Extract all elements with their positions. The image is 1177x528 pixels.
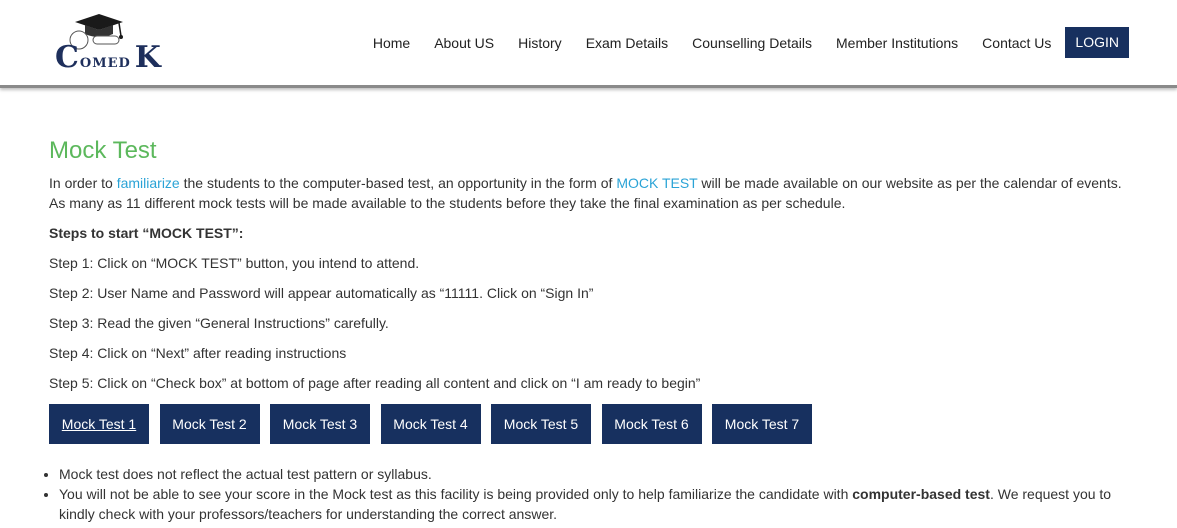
mock-test-7-button[interactable]: Mock Test 7 — [712, 404, 812, 444]
mock-test-1-button[interactable]: Mock Test 1 — [49, 404, 149, 444]
login-button[interactable]: LOGIN — [1065, 27, 1129, 58]
logo-wordmark: COMED K — [55, 40, 161, 75]
steps-heading: Steps to start “MOCK TEST”: — [49, 225, 244, 241]
nav-history[interactable]: History — [518, 35, 562, 51]
notes-list: Mock test does not reflect the actual te… — [49, 464, 1129, 524]
logo-letter-c: C — [55, 40, 79, 75]
nav-home[interactable]: Home — [373, 35, 410, 51]
comedk-logo[interactable]: COMED K — [55, 12, 161, 75]
mock-test-link[interactable]: MOCK TEST — [616, 175, 697, 191]
familiarize-link[interactable]: familiarize — [117, 175, 180, 191]
mock-test-4-button[interactable]: Mock Test 4 — [380, 404, 481, 444]
intro-text-2: the students to the computer-based test,… — [179, 175, 617, 191]
logo-letter-k: K — [134, 40, 161, 75]
nav-member-institutions[interactable]: Member Institutions — [836, 35, 958, 51]
note-1: Mock test does not reflect the actual te… — [59, 464, 1129, 484]
note-2-bold: computer-based test — [852, 486, 990, 502]
step-4: Step 4: Click on “Next” after reading in… — [49, 345, 347, 361]
mock-test-buttons: Mock Test 1 Mock Test 2 Mock Test 3 Mock… — [49, 404, 1129, 444]
intro-text-1: In order to — [49, 175, 117, 191]
site-header: COMED K Home About US History Exam Detail… — [0, 0, 1177, 88]
main-nav: Home About US History Exam Details Couns… — [349, 27, 1129, 58]
intro-paragraph: In order to familiarize the students to … — [49, 173, 1129, 213]
step-1: Step 1: Click on “MOCK TEST” button, you… — [49, 255, 420, 271]
mock-test-5-button[interactable]: Mock Test 5 — [491, 404, 591, 444]
step-5: Step 5: Click on “Check box” at bottom o… — [49, 375, 701, 391]
note-2: You will not be able to see your score i… — [59, 484, 1129, 524]
mock-test-6-button[interactable]: Mock Test 6 — [601, 404, 702, 444]
page-title: Mock Test — [49, 137, 157, 164]
nav-counselling-details[interactable]: Counselling Details — [692, 35, 812, 51]
step-2: Step 2: User Name and Password will appe… — [49, 285, 594, 301]
mock-test-2-button[interactable]: Mock Test 2 — [159, 404, 260, 444]
nav-about-us[interactable]: About US — [434, 35, 494, 51]
step-3: Step 3: Read the given “General Instruct… — [49, 315, 389, 331]
mock-test-3-button[interactable]: Mock Test 3 — [270, 404, 370, 444]
main-content: Mock Test In order to familiarize the st… — [49, 136, 1129, 524]
nav-exam-details[interactable]: Exam Details — [586, 35, 668, 51]
nav-contact-us[interactable]: Contact Us — [982, 35, 1051, 51]
logo-omed: OMED — [79, 56, 131, 71]
note-2-text-a: You will not be able to see your score i… — [59, 486, 853, 502]
